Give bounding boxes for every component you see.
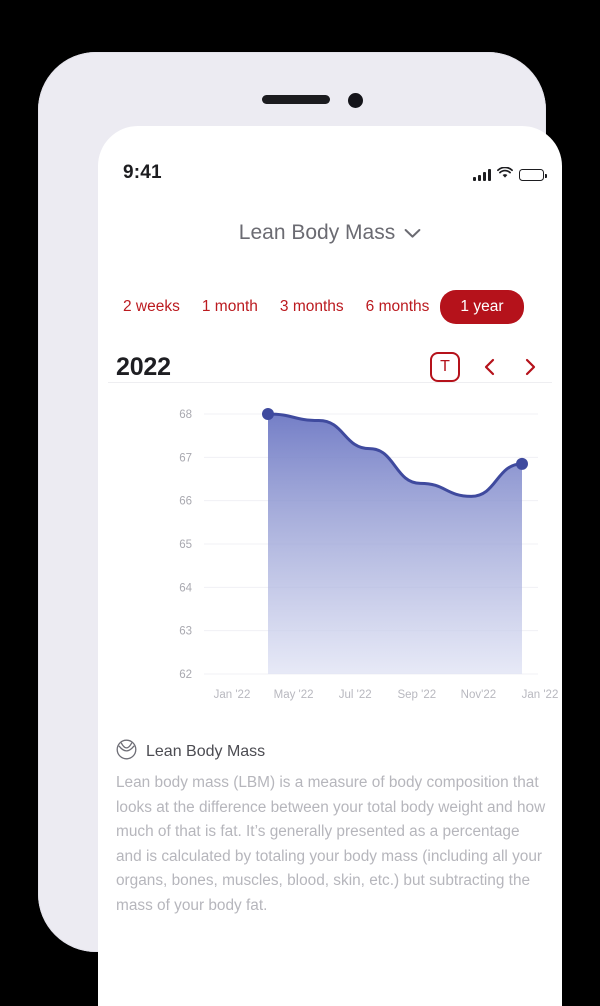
page-title-label: Lean Body Mass xyxy=(238,221,396,244)
year-navigation-row: 2022 T xyxy=(98,341,562,393)
svg-text:Jan '22: Jan '22 xyxy=(214,689,251,701)
range-tab-2-weeks[interactable]: 2 weeks xyxy=(112,291,191,323)
wifi-icon xyxy=(497,166,513,184)
status-time: 9:41 xyxy=(123,162,162,183)
phone-frame: 9:41 Lean Body Mass 2 weeks 1 month 3 mo… xyxy=(38,52,562,1006)
legend-label: Lean Body Mass xyxy=(146,743,266,760)
svg-text:68: 68 xyxy=(179,409,192,421)
chart-y-axis: 68 67 66 65 64 63 62 xyxy=(179,409,192,681)
notch-camera-icon xyxy=(348,93,363,108)
status-bar: 9:41 xyxy=(98,126,562,186)
svg-text:63: 63 xyxy=(179,626,192,638)
description-text: Lean body mass (LBM) is a measure of bod… xyxy=(116,774,546,914)
chart-svg: 68 67 66 65 64 63 62 Jan '22 May '22 Jul '22 Sep … xyxy=(179,408,559,701)
svg-text:Jan '22: Jan '22 xyxy=(522,689,559,701)
range-tab-1-year[interactable]: 1 year xyxy=(440,290,524,324)
page-title[interactable]: Lean Body Mass xyxy=(239,221,421,245)
svg-text:Sep '22: Sep '22 xyxy=(397,689,436,701)
range-tab-1-month[interactable]: 1 month xyxy=(191,291,269,323)
svg-text:64: 64 xyxy=(179,582,192,594)
lean-body-mass-icon xyxy=(116,739,137,765)
svg-text:May '22: May '22 xyxy=(274,689,314,701)
chevron-right-icon[interactable] xyxy=(520,357,540,377)
legend-row: Lean Body Mass xyxy=(116,739,265,765)
battery-icon xyxy=(519,169,547,181)
year-controls: T xyxy=(430,352,540,382)
svg-text:67: 67 xyxy=(179,452,192,464)
year-label: 2022 xyxy=(116,352,171,381)
status-indicators xyxy=(473,166,547,184)
chevron-down-icon[interactable] xyxy=(404,221,421,245)
svg-text:66: 66 xyxy=(179,496,192,508)
signal-bars-icon xyxy=(473,169,491,181)
svg-text:65: 65 xyxy=(179,539,192,551)
header-divider xyxy=(108,382,552,383)
today-button[interactable]: T xyxy=(430,352,460,382)
svg-text:Nov'22: Nov'22 xyxy=(461,689,496,701)
phone-screen: 9:41 Lean Body Mass 2 weeks 1 month 3 mo… xyxy=(98,126,562,1006)
notch-speaker xyxy=(262,95,330,104)
chart-series xyxy=(266,412,524,674)
page-title-row: Lean Body Mass xyxy=(98,221,562,245)
lean-body-mass-chart[interactable]: 68 67 66 65 64 63 62 Jan '22 May '22 Jul '22 Sep … xyxy=(98,396,562,726)
svg-text:Jul '22: Jul '22 xyxy=(339,689,372,701)
chart-x-axis: Jan '22 May '22 Jul '22 Sep '22 Nov'22 Jan '2… xyxy=(214,689,559,701)
svg-text:62: 62 xyxy=(179,669,192,681)
range-tab-3-months[interactable]: 3 months xyxy=(269,291,355,323)
range-tab-6-months[interactable]: 6 months xyxy=(355,291,441,323)
chevron-left-icon[interactable] xyxy=(480,357,500,377)
range-tabs: 2 weeks 1 month 3 months 6 months 1 year xyxy=(98,290,562,324)
